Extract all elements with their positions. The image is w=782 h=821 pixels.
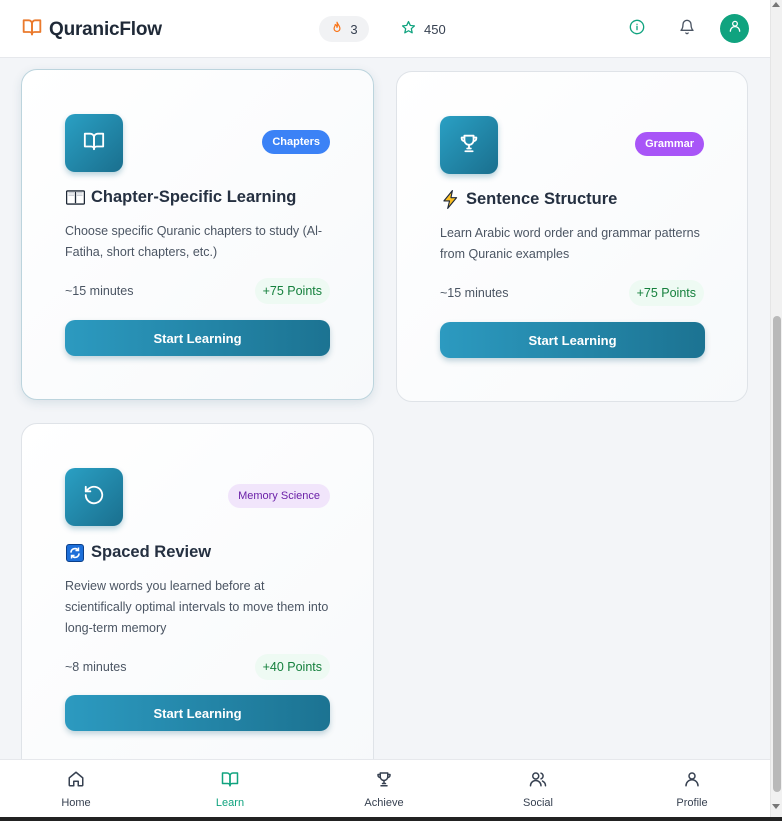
scroll-up-arrow[interactable]: [772, 2, 780, 7]
trophy-icon: [458, 132, 480, 159]
avatar[interactable]: [720, 14, 749, 43]
users-icon: [529, 770, 547, 793]
card-title-text: Spaced Review: [91, 543, 212, 561]
open-book-emoji: [65, 189, 85, 207]
book-open-icon: [22, 17, 42, 42]
points-reward: +40 Points: [254, 654, 330, 680]
lightning-emoji: [440, 190, 460, 209]
scroll-down-arrow[interactable]: [772, 804, 780, 809]
card-description: Learn Arabic word order and grammar patt…: [440, 226, 700, 261]
nav-label: Achieve: [364, 797, 404, 809]
nav-label: Home: [61, 797, 91, 809]
user-icon: [683, 770, 701, 793]
streak-counter[interactable]: 3: [319, 16, 369, 42]
start-learning-button[interactable]: Start Learning: [65, 695, 330, 731]
flame-icon: [330, 21, 350, 38]
duration: ~15 minutes: [440, 286, 509, 300]
card-description: Choose specific Quranic chapters to stud…: [65, 224, 323, 259]
card-title: Sentence Structure: [440, 190, 617, 209]
lesson-card[interactable]: Memory Science Spaced Review Review word…: [21, 423, 374, 783]
start-learning-button[interactable]: Start Learning: [440, 322, 705, 358]
bottom-nav: Home Learn Achieve Social Profile: [0, 759, 770, 817]
bell-icon: [679, 19, 695, 40]
scrollbar-thumb[interactable]: [773, 316, 781, 792]
nav-label: Profile: [676, 797, 708, 809]
duration: ~8 minutes: [65, 660, 127, 674]
app-name: QuranicFlow: [49, 18, 162, 40]
window-edge: [0, 817, 782, 821]
nav-item-achieve[interactable]: Achieve: [349, 770, 419, 809]
points-reward: +75 Points: [628, 280, 704, 306]
duration: ~15 minutes: [65, 284, 134, 298]
card-icon: [65, 468, 123, 526]
lesson-card[interactable]: Grammar Sentence Structure Learn Arabic …: [396, 71, 748, 402]
card-title-text: Sentence Structure: [466, 190, 618, 208]
points-counter[interactable]: 450: [401, 16, 446, 42]
card-description: Review words you learned before at scien…: [65, 579, 329, 635]
home-icon: [67, 770, 85, 793]
card-title: Spaced Review: [65, 543, 211, 562]
notifications-button[interactable]: [676, 18, 698, 40]
card-title-text: Chapter-Specific Learning: [91, 188, 297, 206]
refresh-emoji: [65, 543, 85, 562]
start-learning-button[interactable]: Start Learning: [65, 320, 330, 356]
nav-item-learn[interactable]: Learn: [195, 770, 265, 809]
points-value: 450: [424, 21, 446, 37]
nav-item-home[interactable]: Home: [41, 770, 111, 809]
streak-value: 3: [350, 21, 358, 37]
top-header: QuranicFlow 3 450: [0, 0, 770, 58]
star-icon: [401, 20, 424, 38]
nav-item-profile[interactable]: Profile: [657, 770, 727, 809]
card-title: Chapter-Specific Learning: [65, 188, 296, 207]
category-badge: Chapters: [262, 130, 330, 154]
category-badge: Grammar: [635, 132, 704, 156]
points-reward: +75 Points: [254, 278, 330, 304]
user-icon: [728, 19, 742, 38]
info-button[interactable]: [626, 18, 648, 40]
nav-label: Learn: [215, 797, 245, 809]
info-icon: [629, 19, 645, 40]
rotate-icon: [83, 484, 105, 511]
book-open-icon: [83, 130, 105, 157]
nav-label: Social: [523, 797, 553, 809]
trophy-icon: [375, 770, 393, 793]
app-logo[interactable]: QuranicFlow: [22, 17, 162, 42]
lesson-card[interactable]: Chapters Chapter-Specific Learning Choos…: [21, 69, 374, 400]
nav-item-social[interactable]: Social: [503, 770, 573, 809]
category-badge: Memory Science: [228, 484, 330, 508]
card-icon: [65, 114, 123, 172]
card-icon: [440, 116, 498, 174]
book-icon: [221, 770, 239, 793]
